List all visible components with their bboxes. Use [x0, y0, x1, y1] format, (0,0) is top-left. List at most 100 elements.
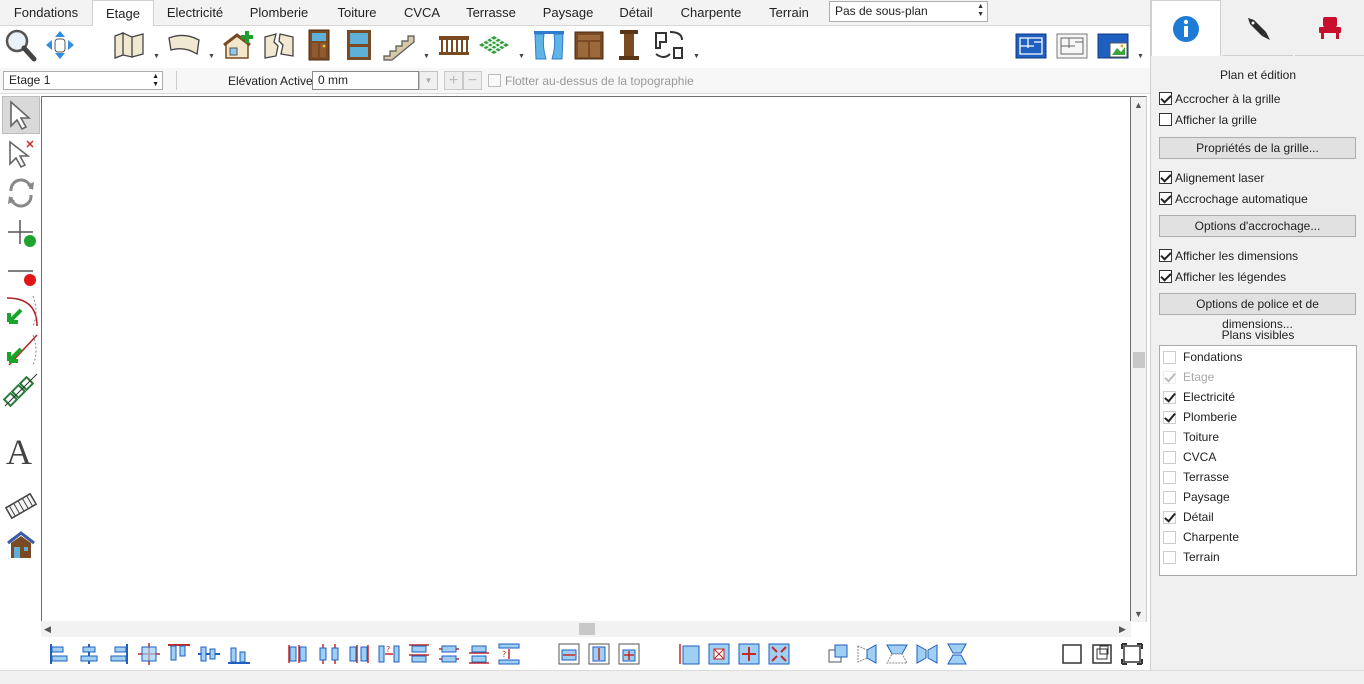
fit-inside-icon[interactable]: [707, 642, 731, 666]
select-icon[interactable]: [2, 96, 40, 134]
distribute-center-icon[interactable]: [317, 642, 341, 666]
vertical-scrollbar[interactable]: ▲ ▼: [1131, 96, 1147, 622]
flip-left-icon[interactable]: [855, 642, 879, 666]
shrink-icon[interactable]: [767, 642, 791, 666]
float-topography-checkbox[interactable]: [488, 74, 501, 87]
panel-tab-pen[interactable]: [1223, 0, 1293, 56]
mirror-h-icon[interactable]: [915, 642, 939, 666]
curved-wall-icon[interactable]: [167, 28, 201, 62]
list-item[interactable]: Toiture: [1160, 427, 1356, 447]
zoom-icon[interactable]: [3, 28, 37, 62]
scroll-left-icon[interactable]: ◀: [44, 624, 51, 635]
snap-grid-checkbox[interactable]: [1159, 92, 1172, 105]
tab-charpente[interactable]: Charpente: [666, 0, 756, 26]
plan-checkbox[interactable]: [1163, 391, 1176, 404]
wall-icon[interactable]: [112, 28, 146, 62]
drawing-canvas[interactable]: [41, 96, 1131, 622]
list-item[interactable]: Terrasse: [1160, 467, 1356, 487]
expand-icon[interactable]: [737, 642, 761, 666]
camera-icon[interactable]: [2, 487, 40, 525]
tab-detail[interactable]: Détail: [606, 0, 666, 26]
elevation-dropdown-icon[interactable]: ▼: [419, 71, 438, 90]
view-3d-icon[interactable]: [1096, 28, 1130, 62]
list-item[interactable]: Charpente: [1160, 527, 1356, 547]
stairs-dropdown-icon[interactable]: ▼: [423, 53, 430, 60]
plan-checkbox[interactable]: [1163, 511, 1176, 524]
stairs-icon[interactable]: [382, 28, 416, 62]
plan-checkbox[interactable]: [1163, 531, 1176, 544]
broken-wall-icon[interactable]: [262, 28, 296, 62]
plan-checkbox[interactable]: [1163, 411, 1176, 424]
align-middle-icon[interactable]: [197, 642, 221, 666]
list-item[interactable]: Plomberie: [1160, 407, 1356, 427]
list-item[interactable]: Terrain: [1160, 547, 1356, 567]
pan-icon[interactable]: [43, 28, 77, 62]
center-h-icon[interactable]: [557, 642, 581, 666]
frame-plain-icon[interactable]: [1060, 642, 1084, 666]
auto-snap-checkbox[interactable]: [1159, 192, 1172, 205]
list-item[interactable]: Fondations: [1160, 347, 1356, 367]
multi-select-icon[interactable]: [2, 135, 40, 173]
align-center-h-icon[interactable]: [77, 642, 101, 666]
tab-cvca[interactable]: CVCA: [392, 0, 452, 26]
tab-plomberie[interactable]: Plomberie: [236, 0, 322, 26]
resize-height-icon[interactable]: [677, 642, 701, 666]
scroll-down-icon[interactable]: ▼: [1134, 609, 1143, 619]
list-item[interactable]: Electricité: [1160, 387, 1356, 407]
view-2d-icon[interactable]: [1055, 28, 1089, 62]
split-arc-icon[interactable]: [2, 291, 40, 329]
tab-paysage[interactable]: Paysage: [530, 0, 606, 26]
view-dropdown-icon[interactable]: ▼: [1137, 53, 1144, 60]
chain-icon[interactable]: [2, 371, 40, 409]
plan-checkbox[interactable]: [1163, 431, 1176, 444]
text-icon[interactable]: A: [2, 431, 40, 469]
floor-dropdown-icon[interactable]: ▼: [518, 53, 525, 60]
align-top-icon[interactable]: [167, 642, 191, 666]
add-point-icon[interactable]: [2, 213, 40, 251]
distribute-middle-icon[interactable]: [437, 642, 461, 666]
show-grid-checkbox[interactable]: [1159, 113, 1172, 126]
align-center-icon[interactable]: [137, 642, 161, 666]
panel-tab-info[interactable]: [1151, 0, 1221, 56]
add-room-icon[interactable]: [222, 28, 256, 62]
plan-checkbox[interactable]: [1163, 551, 1176, 564]
tab-fondations[interactable]: Fondations: [0, 0, 92, 26]
tab-electricite[interactable]: Electricité: [154, 0, 236, 26]
list-item[interactable]: CVCA: [1160, 447, 1356, 467]
distribute-top-icon[interactable]: [407, 642, 431, 666]
level-select[interactable]: Etage 1 ▲ ▼: [3, 71, 163, 90]
tab-terrasse[interactable]: Terrasse: [452, 0, 530, 26]
remove-point-icon[interactable]: [2, 252, 40, 290]
panel-tab-furniture[interactable]: [1295, 0, 1364, 56]
column-icon[interactable]: [612, 28, 646, 62]
tab-toiture[interactable]: Toiture: [322, 0, 392, 26]
space-horizontal-icon[interactable]: ?: [377, 642, 401, 666]
align-bottom-icon[interactable]: [227, 642, 251, 666]
space-vertical-icon[interactable]: ?: [497, 642, 521, 666]
curved-wall-dropdown-icon[interactable]: ▼: [208, 53, 215, 60]
align-left-icon[interactable]: [47, 642, 71, 666]
rotate-icon[interactable]: [2, 174, 40, 212]
snap-options-button[interactable]: Options d'accrochage...: [1159, 215, 1356, 237]
copy-shape-icon[interactable]: [827, 642, 851, 666]
distribute-bottom-icon[interactable]: [467, 642, 491, 666]
frame-copy-icon[interactable]: [1090, 642, 1114, 666]
window-icon[interactable]: [342, 28, 376, 62]
list-item[interactable]: Paysage: [1160, 487, 1356, 507]
horizontal-scrollbar[interactable]: ◀ ▶: [41, 621, 1131, 637]
view-plan-icon[interactable]: [1014, 28, 1048, 62]
subplan-select[interactable]: Pas de sous-plan ▲ ▼: [829, 1, 988, 22]
floor-tile-icon[interactable]: [477, 28, 511, 62]
door-icon[interactable]: [302, 28, 336, 62]
center-both-icon[interactable]: [617, 642, 641, 666]
horizontal-scroll-thumb[interactable]: [579, 623, 595, 635]
plan-checkbox[interactable]: [1163, 451, 1176, 464]
shape-icon[interactable]: [652, 28, 686, 62]
split-line-icon[interactable]: [2, 330, 40, 368]
plan-checkbox[interactable]: [1163, 491, 1176, 504]
cabinet-icon[interactable]: [572, 28, 606, 62]
vertical-scroll-thumb[interactable]: [1133, 352, 1145, 368]
scroll-right-icon[interactable]: ▶: [1119, 624, 1126, 635]
plan-checkbox[interactable]: [1163, 471, 1176, 484]
elevation-minus-button[interactable]: −: [463, 71, 482, 90]
